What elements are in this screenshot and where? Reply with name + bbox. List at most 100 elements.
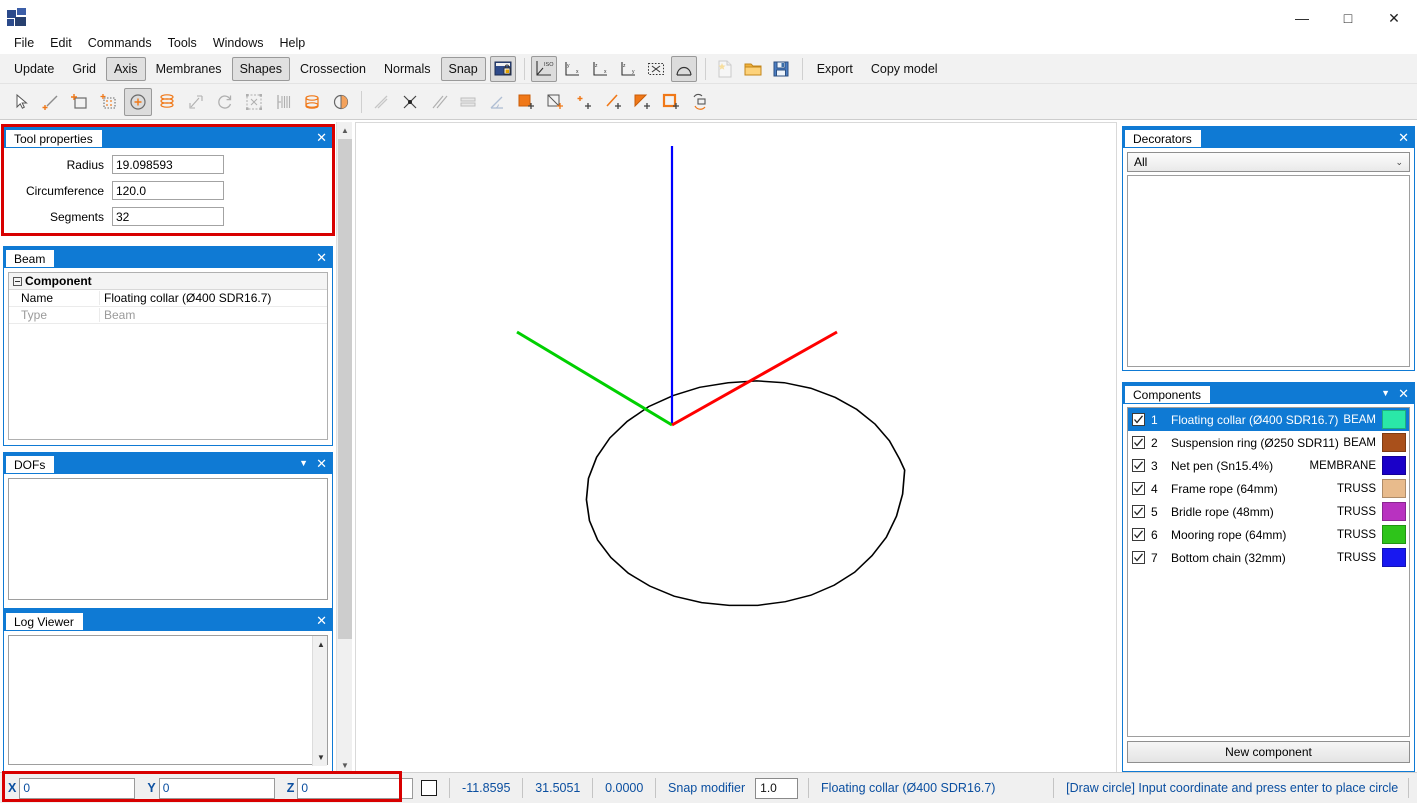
z-input[interactable]: 0	[297, 777, 414, 799]
rotate-icon[interactable]	[211, 88, 239, 116]
table-row[interactable]: Type Beam	[9, 307, 327, 324]
snap-modifier-input[interactable]: 1.0	[755, 777, 799, 799]
radius-input[interactable]: 19.098593	[112, 155, 224, 174]
export-button[interactable]: Export	[809, 57, 861, 81]
component-row[interactable]: 3 Net pen (Sn15.4%) MEMBRANE	[1128, 454, 1409, 477]
component-color-swatch[interactable]	[1382, 479, 1406, 498]
toolbar-crossection-button[interactable]: Crossection	[292, 57, 374, 81]
view-zx-icon[interactable]: z x	[587, 56, 613, 82]
menu-file[interactable]: File	[6, 34, 42, 52]
tool-properties-tab[interactable]: Tool properties	[6, 130, 102, 147]
copy-model-button[interactable]: Copy model	[863, 57, 946, 81]
add-line-icon[interactable]	[599, 88, 627, 116]
draw-line-icon[interactable]	[37, 88, 65, 116]
component-color-swatch[interactable]	[1382, 548, 1406, 567]
toolbar-snap-button[interactable]: Snap	[440, 56, 486, 81]
view-zy-icon[interactable]: z y	[615, 56, 641, 82]
decorators-close-icon[interactable]: ✕	[1398, 131, 1409, 144]
components-list[interactable]: 1 Floating collar (Ø400 SDR16.7) BEAM 2 Susp…	[1127, 407, 1410, 737]
component-row[interactable]: 6 Mooring rope (64mm) TRUSS	[1128, 523, 1409, 546]
scale-icon[interactable]	[240, 88, 268, 116]
component-visibility-checkbox[interactable]	[1132, 482, 1145, 495]
offset-icon[interactable]	[454, 88, 482, 116]
menu-help[interactable]: Help	[272, 34, 314, 52]
zoom-selection-icon[interactable]	[643, 56, 669, 82]
open-folder-icon[interactable]	[740, 56, 766, 82]
close-button[interactable]: ✕	[1371, 0, 1417, 36]
toolbar-shapes-button[interactable]: Shapes	[231, 56, 290, 81]
tool-properties-close-icon[interactable]: ✕	[316, 131, 327, 144]
extrude-icon[interactable]	[153, 88, 181, 116]
angle-icon[interactable]	[483, 88, 511, 116]
scroll-down-icon[interactable]: ▼	[313, 749, 329, 766]
parallel-lines-icon[interactable]	[425, 88, 453, 116]
diagonal-line-icon[interactable]	[367, 88, 395, 116]
draw-rectangle-icon[interactable]	[66, 88, 94, 116]
component-visibility-checkbox[interactable]	[1132, 436, 1145, 449]
components-dropdown-icon[interactable]: ▼	[1381, 388, 1390, 398]
decorators-list[interactable]	[1127, 175, 1410, 367]
3d-model-viewport[interactable]	[355, 122, 1117, 774]
add-square-icon[interactable]	[657, 88, 685, 116]
component-visibility-checkbox[interactable]	[1132, 528, 1145, 541]
dofs-list[interactable]	[8, 478, 328, 600]
component-row[interactable]: 4 Frame rope (64mm) TRUSS	[1128, 477, 1409, 500]
new-file-icon[interactable]	[712, 56, 738, 82]
component-row[interactable]: 1 Floating collar (Ø400 SDR16.7) BEAM	[1128, 408, 1409, 431]
menu-commands[interactable]: Commands	[80, 34, 160, 52]
component-visibility-checkbox[interactable]	[1132, 459, 1145, 472]
relative-coordinate-checkbox[interactable]	[421, 780, 438, 796]
component-visibility-checkbox[interactable]	[1132, 413, 1145, 426]
component-color-swatch[interactable]	[1382, 433, 1406, 452]
minimize-button[interactable]: —	[1279, 0, 1325, 36]
toolbar-normals-button[interactable]: Normals	[376, 57, 439, 81]
scroll-up-icon[interactable]: ▲	[313, 636, 329, 653]
save-disk-icon[interactable]	[768, 56, 794, 82]
beam-tab[interactable]: Beam	[6, 250, 55, 267]
log-viewer-scrollbar[interactable]: ▲ ▼	[312, 636, 327, 766]
menu-edit[interactable]: Edit	[42, 34, 80, 52]
beam-close-icon[interactable]: ✕	[316, 251, 327, 264]
new-component-button[interactable]: New component	[1127, 741, 1410, 763]
toolbar-grid-button[interactable]: Grid	[64, 57, 104, 81]
table-row[interactable]: Name Floating collar (Ø400 SDR16.7)	[9, 290, 327, 307]
menu-tools[interactable]: Tools	[160, 34, 205, 52]
left-dock-scrollbar[interactable]: ▲ ▼	[336, 122, 352, 774]
toolbar-update-button[interactable]: Update	[6, 57, 62, 81]
draw-grid-icon[interactable]	[95, 88, 123, 116]
component-visibility-checkbox[interactable]	[1132, 505, 1145, 518]
select-arrow-icon[interactable]	[8, 88, 36, 116]
component-color-swatch[interactable]	[1382, 456, 1406, 475]
component-row[interactable]: 5 Bridle rope (48mm) TRUSS	[1128, 500, 1409, 523]
component-color-swatch[interactable]	[1382, 525, 1406, 544]
decorators-filter-select[interactable]: All ⌄	[1127, 152, 1410, 172]
decorators-tab[interactable]: Decorators	[1125, 130, 1201, 147]
maximize-button[interactable]: □	[1325, 0, 1371, 36]
component-color-swatch[interactable]	[1382, 410, 1406, 429]
toolbar-axis-button[interactable]: Axis	[105, 56, 146, 81]
component-visibility-checkbox[interactable]	[1132, 551, 1145, 564]
dofs-close-icon[interactable]: ✕	[316, 457, 327, 470]
add-point-icon[interactable]	[570, 88, 598, 116]
view-yx-icon[interactable]: y x	[559, 56, 585, 82]
draw-circle-icon[interactable]	[124, 87, 152, 116]
components-close-icon[interactable]: ✕	[1398, 387, 1409, 400]
log-viewer-tab[interactable]: Log Viewer	[6, 613, 83, 630]
mirror-icon[interactable]	[269, 88, 297, 116]
segments-input[interactable]: 32	[112, 207, 224, 226]
dofs-dropdown-icon[interactable]: ▼	[299, 458, 308, 468]
half-circle-icon[interactable]	[327, 88, 355, 116]
surface-point-icon[interactable]	[541, 88, 569, 116]
collapse-icon[interactable]	[9, 276, 25, 286]
component-color-swatch[interactable]	[1382, 502, 1406, 521]
revolve-icon[interactable]	[298, 88, 326, 116]
move-icon[interactable]	[182, 88, 210, 116]
log-viewer-close-icon[interactable]: ✕	[316, 614, 327, 627]
circumference-input[interactable]: 120.0	[112, 181, 224, 200]
menu-windows[interactable]: Windows	[205, 34, 272, 52]
fill-surface-icon[interactable]	[512, 88, 540, 116]
add-triangle-icon[interactable]	[628, 88, 656, 116]
lock-view-icon[interactable]	[489, 55, 516, 82]
x-input[interactable]: 0	[19, 777, 136, 799]
intersection-icon[interactable]	[396, 88, 424, 116]
